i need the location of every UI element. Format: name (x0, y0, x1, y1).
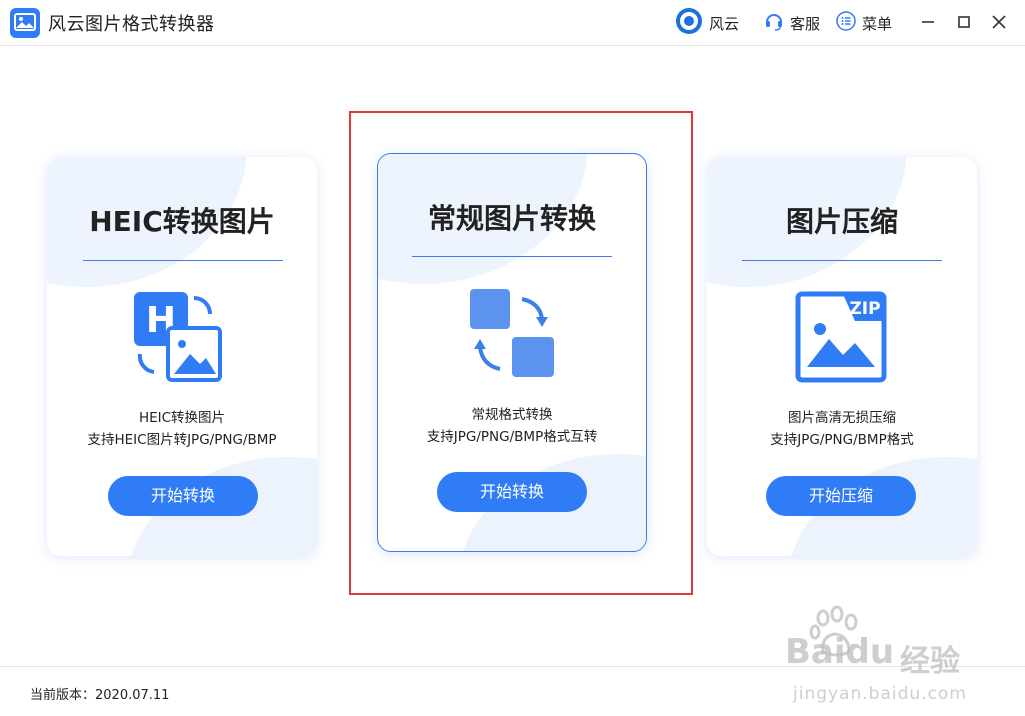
regular-convert-card[interactable]: 常规图片转换 常规格式转换 支持JPG/PNG/BMP格式互转 开始转换 (377, 153, 647, 552)
card-desc-line2: 支持JPG/PNG/BMP格式互转 (426, 429, 598, 445)
menu-label: 菜单 (862, 14, 893, 33)
watermark-url: jingyan.baidu.com (793, 684, 967, 704)
customer-service-button[interactable]: 客服 (764, 10, 820, 36)
fengyun-label: 风云 (709, 14, 740, 33)
image-compress-card[interactable]: 图片压缩 ZIP 图片高清无损压缩 支持JPG/PNG/BMP格式 开始压缩 (707, 157, 977, 556)
heic-convert-card[interactable]: HEIC转换图片 H HEIC转换图片 支持HEIC图片转JPG/PNG/BMP… (47, 157, 317, 556)
heic-convert-icon: H (132, 290, 224, 386)
app-logo-icon (10, 8, 40, 38)
menu-button[interactable]: 菜单 (836, 10, 892, 36)
start-heic-convert-button[interactable]: 开始转换 (108, 476, 258, 516)
card-divider (83, 260, 283, 261)
watermark-brand: Baidu (785, 632, 895, 672)
version-text: 当前版本：2020.07.11 (30, 688, 170, 703)
menu-list-icon (836, 11, 856, 35)
card-desc-line2: 支持JPG/PNG/BMP格式 (770, 432, 914, 448)
maximize-button[interactable] (952, 10, 976, 34)
card-desc-line1: 常规格式转换 (471, 407, 553, 423)
card-desc-line1: HEIC转换图片 (138, 410, 226, 426)
close-button[interactable] (987, 10, 1011, 34)
title-bar: 风云图片格式转换器 风云 客服 菜单 (0, 0, 1025, 46)
baidu-watermark: Baidu 经验 jingyan.baidu.com (785, 604, 980, 712)
minimize-button[interactable] (916, 10, 940, 34)
start-regular-convert-button[interactable]: 开始转换 (437, 472, 587, 512)
zip-image-icon: ZIP (795, 291, 887, 387)
card-heading: 常规图片转换 (427, 202, 596, 235)
fengyun-button[interactable]: 风云 (675, 7, 740, 39)
app-title: 风云图片格式转换器 (48, 14, 215, 35)
convert-arrows-icon (468, 287, 558, 383)
card-heading: 图片压缩 (785, 205, 898, 238)
zip-label: ZIP (849, 299, 880, 319)
card-desc-line1: 图片高清无损压缩 (788, 410, 896, 426)
start-compress-button[interactable]: 开始压缩 (766, 476, 916, 516)
headset-icon (764, 11, 784, 35)
fengyun-logo-icon (675, 7, 703, 39)
card-divider (412, 256, 612, 257)
watermark-brand-cn: 经验 (900, 644, 960, 679)
card-heading: HEIC转换图片 (89, 205, 275, 238)
card-divider (742, 260, 942, 261)
customer-service-label: 客服 (790, 14, 821, 33)
card-desc-line2: 支持HEIC图片转JPG/PNG/BMP (87, 432, 277, 448)
